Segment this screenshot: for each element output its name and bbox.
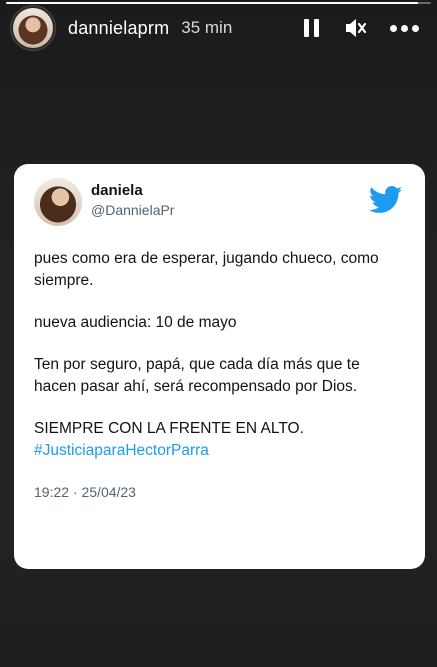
more-horizontal-icon[interactable]	[390, 24, 419, 32]
story-viewer: dannielaprm 35 min daniela @DannielaPr p…	[0, 0, 437, 667]
speaker-muted-icon[interactable]	[344, 17, 368, 39]
profile-avatar[interactable]	[10, 5, 56, 51]
tweet-hashtag[interactable]: #JusticiaparaHectorParra	[34, 440, 405, 462]
tweet-paragraph: SIEMPRE CON LA FRENTE EN ALTO. #Justicia…	[34, 418, 405, 462]
pause-icon[interactable]	[300, 18, 322, 38]
profile-photo	[13, 8, 53, 48]
tweet-paragraph: Ten por seguro, papá, que cada día más q…	[34, 356, 360, 395]
tweet-paragraph-text: SIEMPRE CON LA FRENTE EN ALTO.	[34, 420, 304, 437]
tweet-card: daniela @DannielaPr pues como era de esp…	[14, 164, 425, 569]
story-username[interactable]: dannielaprm	[68, 18, 169, 39]
tweet-text: pues como era de esperar, jugando chueco…	[34, 248, 405, 462]
story-header: dannielaprm 35 min	[0, 0, 437, 56]
story-time-ago: 35 min	[181, 18, 233, 37]
tweet-timestamp: 19:22 · 25/04/23	[34, 484, 136, 500]
story-controls	[300, 17, 427, 39]
twitter-bird-icon	[369, 186, 403, 213]
tweet-handle: @DannielaPr	[91, 202, 175, 218]
tweet-paragraph: nueva audiencia: 10 de mayo	[34, 314, 237, 331]
tweet-author-avatar	[34, 178, 82, 226]
tweet-display-name: daniela	[91, 182, 143, 199]
tweet-author: daniela @DannielaPr	[91, 178, 174, 218]
tweet-header: daniela @DannielaPr	[34, 178, 405, 226]
tweet-paragraph: pues como era de esperar, jugando chueco…	[34, 250, 379, 289]
